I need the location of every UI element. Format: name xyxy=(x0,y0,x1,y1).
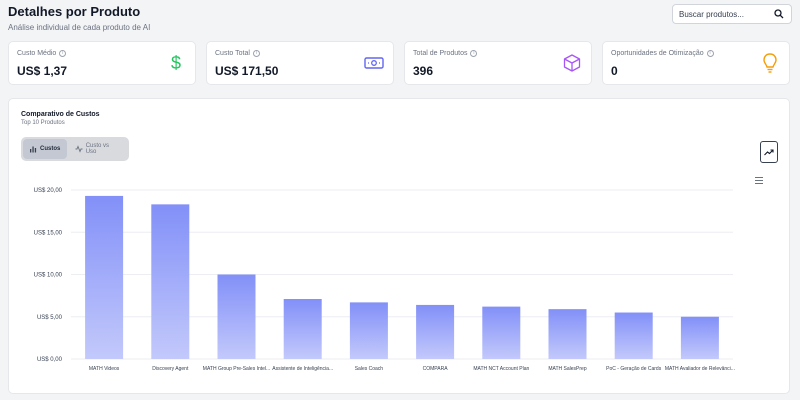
x-tick-label: COMPARA xyxy=(423,366,449,372)
search-icon[interactable] xyxy=(773,8,785,20)
kpi-value: US$ 171,50 xyxy=(215,64,279,78)
box-icon xyxy=(561,52,583,74)
x-tick-label: MATH NCT Account Plan xyxy=(473,366,529,372)
search-box[interactable] xyxy=(672,4,792,24)
info-icon[interactable]: i xyxy=(59,50,67,57)
bar[interactable] xyxy=(482,306,521,359)
kpi-card-total-products: Total de Produtos i 396 xyxy=(404,41,592,85)
bar[interactable] xyxy=(151,204,190,359)
bar[interactable] xyxy=(85,195,124,359)
search-input[interactable] xyxy=(679,9,773,19)
info-icon[interactable]: i xyxy=(252,50,260,57)
bar[interactable] xyxy=(349,302,388,359)
bar[interactable] xyxy=(614,312,653,359)
kpi-label: Custo Total xyxy=(215,50,250,57)
cost-comparison-card: Comparativo de Custos Top 10 Produtos Cu… xyxy=(8,98,790,394)
bar[interactable] xyxy=(283,299,322,359)
y-tick-label: US$ 20,00 xyxy=(34,188,63,194)
kpi-label: Oportunidades de Otimização xyxy=(611,50,704,57)
x-tick-label: MATH SalesPrep xyxy=(548,366,586,372)
bar[interactable] xyxy=(680,316,719,359)
dollar-icon: $ xyxy=(165,52,187,74)
x-tick-label: MATH Group Pre-Sales Intel... xyxy=(203,366,270,372)
x-tick-label: PoC - Geração de Cards xyxy=(606,366,662,372)
kpi-value: 0 xyxy=(611,64,618,78)
kpi-card-total-cost: Custo Total i US$ 171,50 xyxy=(206,41,394,85)
x-tick-label: Discovery Agent xyxy=(152,366,189,372)
lightbulb-icon xyxy=(759,52,781,74)
kpi-value: 396 xyxy=(413,64,434,78)
info-icon[interactable]: i xyxy=(470,50,478,57)
bar[interactable] xyxy=(217,274,256,360)
kpi-card-average-cost: Custo Médio i US$ 1,37 $ xyxy=(8,41,196,85)
svg-text:$: $ xyxy=(171,53,181,73)
x-tick-label: MATH Avaliador de Relevânci... xyxy=(665,366,735,372)
x-tick-label: Sales Coach xyxy=(355,366,384,372)
y-tick-label: US$ 15,00 xyxy=(34,230,63,236)
kpi-label: Total de Produtos xyxy=(413,50,468,57)
bar[interactable] xyxy=(548,309,587,359)
cash-icon xyxy=(363,52,385,74)
x-tick-label: Assistente de Inteligência... xyxy=(272,366,333,372)
page-header: Detalhes por Produto Análise individual … xyxy=(8,4,150,32)
kpi-value: US$ 1,37 xyxy=(17,64,68,78)
page-title: Detalhes por Produto xyxy=(8,4,141,19)
kpi-label: Custo Médio xyxy=(17,50,57,57)
kpi-card-optimization: Oportunidades de Otimização i 0 xyxy=(602,41,790,85)
page-subtitle: Análise individual de cada produto de AI xyxy=(8,23,151,32)
info-icon[interactable]: i xyxy=(706,50,714,57)
bar[interactable] xyxy=(416,304,455,359)
y-tick-label: US$ 10,00 xyxy=(34,273,63,279)
y-tick-label: US$ 5,00 xyxy=(37,315,63,321)
cost-bar-chart: US$ 0,00 US$ 5,00 US$ 10,00 US$ 15,00 US$ 20… xyxy=(34,188,735,372)
x-tick-label: MATH Videos xyxy=(89,366,120,372)
y-tick-label: US$ 0,00 xyxy=(37,357,63,363)
